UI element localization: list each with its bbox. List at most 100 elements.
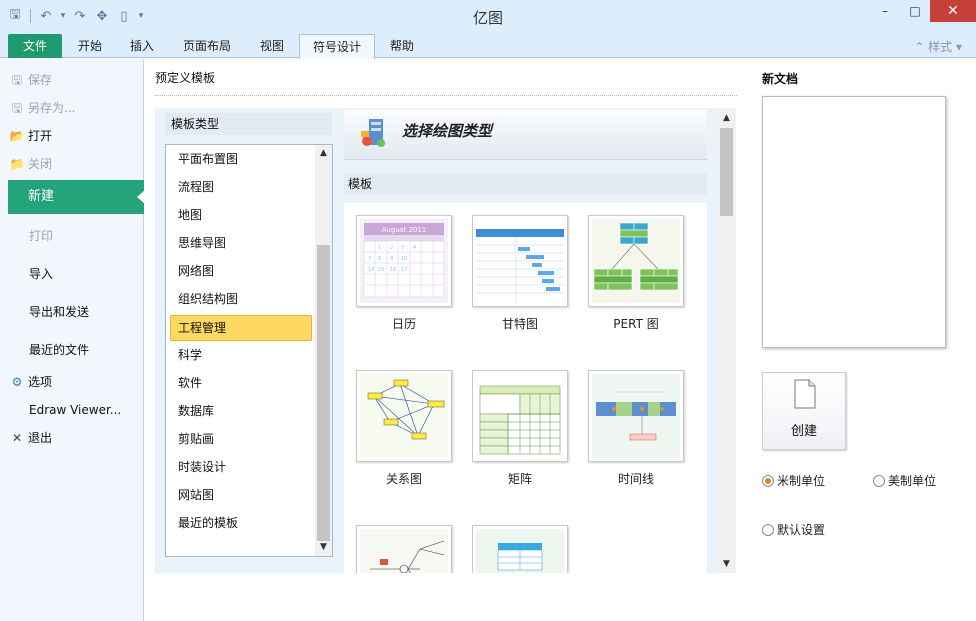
tab-page-layout[interactable]: 页面布局: [172, 34, 242, 58]
us-units-label: 美制单位: [888, 474, 937, 488]
nav-save-as[interactable]: 🖫 另存为...: [0, 95, 144, 121]
category-item[interactable]: 组织结构图: [170, 286, 312, 312]
tab-view[interactable]: 视图: [248, 34, 296, 58]
template-label: 日历: [391, 317, 416, 331]
nav-close-label: 关闭: [28, 157, 53, 171]
nav-new[interactable]: 新建: [8, 180, 145, 214]
tab-symbol-design[interactable]: 符号设计: [299, 34, 375, 59]
document-preview: [762, 96, 946, 348]
category-item[interactable]: 地图: [170, 202, 312, 228]
relationship-thumbnail: [356, 370, 452, 462]
scroll-down-icon[interactable]: ▼: [718, 556, 735, 573]
category-item[interactable]: 软件: [170, 370, 312, 396]
nav-export-send[interactable]: 导出和发送: [0, 299, 144, 325]
style-button[interactable]: ⌃ 样式 ▾: [914, 38, 962, 55]
metric-units-radio[interactable]: 米制单位: [762, 472, 825, 489]
svg-text:17: 17: [401, 267, 407, 273]
metric-units-label: 米制单位: [777, 474, 826, 488]
template-wbs[interactable]: [472, 525, 572, 573]
nav-options-label: 选项: [28, 375, 53, 389]
diagram-type-icon: [361, 119, 385, 147]
scroll-up-icon[interactable]: ▲: [315, 145, 332, 162]
template-timeline[interactable]: 时间线: [588, 370, 688, 487]
nav-recent-files[interactable]: 最近的文件: [0, 337, 144, 363]
svg-text:10: 10: [401, 256, 407, 262]
nav-edraw-viewer[interactable]: Edraw Viewer...: [0, 397, 144, 423]
template-label: 矩阵: [507, 472, 532, 486]
nav-import[interactable]: 导入: [0, 261, 144, 287]
save-as-icon: 🖫: [11, 101, 23, 115]
nav-close[interactable]: 📁 关闭: [0, 151, 144, 177]
close-button[interactable]: ✕: [930, 0, 976, 22]
scroll-down-icon[interactable]: ▼: [315, 539, 332, 556]
category-item[interactable]: 最近的模板: [170, 510, 312, 536]
tab-help[interactable]: 帮助: [378, 34, 426, 58]
nav-save-as-label: 另存为...: [28, 101, 76, 115]
scroll-thumb[interactable]: [720, 128, 733, 216]
gallery-scrollbar[interactable]: ▲ ▼: [718, 110, 735, 573]
default-settings-radio[interactable]: 默认设置: [762, 521, 825, 538]
nav-open[interactable]: 📂 打开: [0, 123, 144, 149]
tab-home[interactable]: 开始: [66, 34, 114, 58]
nav-exit[interactable]: ✕ 退出: [0, 425, 144, 451]
collapse-ribbon-icon[interactable]: ⌃: [914, 40, 924, 54]
svg-text:2: 2: [390, 245, 393, 251]
close-folder-icon: 📁: [9, 157, 25, 171]
blank-document-icon: [794, 379, 816, 409]
svg-text:3: 3: [401, 245, 404, 251]
calendar-month: August 2011: [382, 226, 427, 234]
template-gantt[interactable]: 甘特图: [472, 215, 572, 332]
category-item-selected[interactable]: 工程管理: [170, 315, 312, 341]
svg-text:1: 1: [378, 245, 381, 251]
matrix-thumbnail: [472, 370, 568, 462]
scroll-up-icon[interactable]: ▲: [718, 110, 735, 127]
category-list[interactable]: 平面布置图 流程图 地图 思维导图 网络图 组织结构图 工程管理 科学 软件 数…: [165, 144, 333, 557]
category-item[interactable]: 思维导图: [170, 230, 312, 256]
radio-icon: [762, 523, 774, 536]
calendar-thumbnail: August 2011 1 2 3 4 7 8 9 10 14 15 16 17: [356, 215, 452, 307]
nav-save[interactable]: 🖫 保存: [0, 67, 144, 93]
exit-x-icon: ✕: [11, 431, 23, 445]
create-button[interactable]: 创建: [762, 372, 846, 450]
template-label: 关系图: [385, 472, 422, 486]
category-item[interactable]: 科学: [170, 342, 312, 368]
minimize-button[interactable]: –: [870, 0, 900, 22]
maximize-button[interactable]: □: [900, 0, 930, 22]
gantt-thumbnail: [472, 215, 568, 307]
template-label: 甘特图: [501, 317, 538, 331]
divider: [155, 95, 737, 96]
category-scrollbar[interactable]: ▲ ▼: [315, 145, 332, 556]
nav-print[interactable]: 打印: [0, 223, 144, 249]
wbs-thumbnail: [472, 525, 568, 573]
category-item[interactable]: 流程图: [170, 174, 312, 200]
category-item[interactable]: 时装设计: [170, 454, 312, 480]
tab-file[interactable]: 文件: [8, 34, 62, 58]
nav-exit-label: 退出: [28, 431, 53, 445]
save-icon: 🖫: [11, 73, 23, 87]
templates-header: 模板: [344, 174, 707, 194]
chevron-down-icon: ▾: [955, 40, 962, 54]
timeline-thumbnail: [588, 370, 684, 462]
template-pert[interactable]: PERT 图: [588, 215, 688, 332]
tab-insert[interactable]: 插入: [118, 34, 166, 58]
pert-thumbnail: [588, 215, 684, 307]
style-label: 样式: [928, 40, 953, 54]
category-item[interactable]: 数据库: [170, 398, 312, 424]
scroll-thumb[interactable]: [317, 245, 330, 541]
category-item[interactable]: 网站图: [170, 482, 312, 508]
template-matrix[interactable]: 矩阵: [472, 370, 572, 487]
category-item[interactable]: 剪贴画: [170, 426, 312, 452]
nav-options[interactable]: ⚙ 选项: [0, 369, 144, 395]
template-label: 时间线: [617, 472, 654, 486]
window-title: 亿图: [472, 9, 503, 27]
template-decision-tree[interactable]: [356, 525, 456, 573]
create-button-label: 创建: [790, 424, 817, 439]
radio-selected-icon: [762, 474, 774, 487]
template-relationship[interactable]: 关系图: [356, 370, 456, 487]
category-item[interactable]: 平面布置图: [170, 146, 312, 172]
new-document-title: 新文档: [762, 72, 799, 86]
nav-save-label: 保存: [28, 73, 53, 87]
category-item[interactable]: 网络图: [170, 258, 312, 284]
template-calendar[interactable]: August 2011 1234 7 8 9 10 14 15 16 17 日历: [356, 215, 456, 332]
us-units-radio[interactable]: 美制单位: [873, 472, 936, 489]
